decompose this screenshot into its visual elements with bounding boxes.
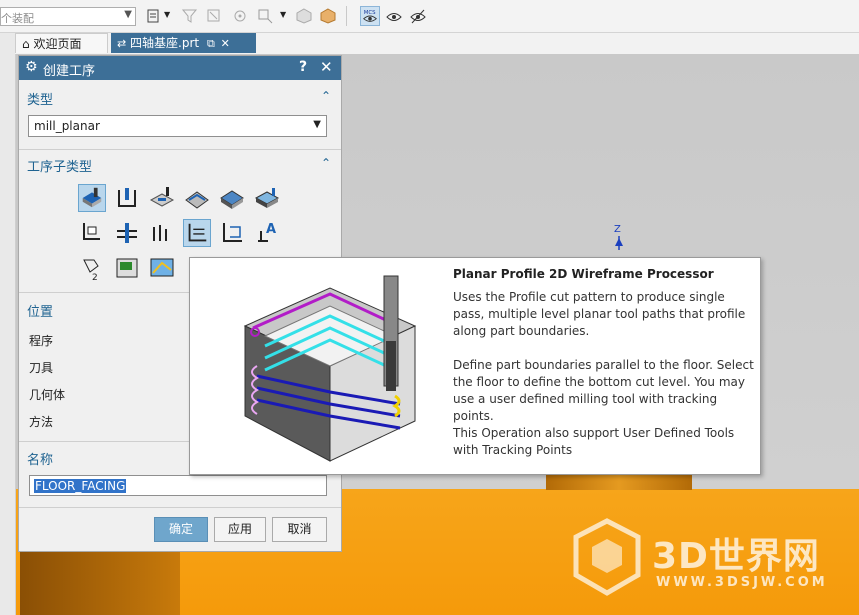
chevron-down-icon[interactable]: ▼ <box>164 10 170 19</box>
document-tab-bar: ⌂ 欢迎页面 ⇄ 四轴基座.prt ⧉ ✕ <box>15 33 859 54</box>
chevron-up-icon[interactable]: ⌃ <box>321 156 331 170</box>
face-milling-icon[interactable] <box>148 184 176 212</box>
undock-icon[interactable]: ⧉ <box>207 37 215 50</box>
geometry-label: 几何体 <box>29 388 66 402</box>
svg-text:2: 2 <box>92 273 98 282</box>
planar-mill-icon[interactable] <box>183 184 211 212</box>
show-icon[interactable] <box>386 8 402 24</box>
home-icon: ⌂ <box>22 37 30 51</box>
ok-button[interactable]: 确定 <box>154 517 208 542</box>
tab-label: 欢迎页面 <box>33 37 82 51</box>
watermark-text: 3D世界网 <box>652 536 820 577</box>
mill-user-icon[interactable] <box>113 254 141 282</box>
tool-label: 刀具 <box>29 361 54 375</box>
shaded-view-icon[interactable] <box>296 8 312 24</box>
z-axis-triad: Z <box>612 224 626 250</box>
svg-text:A: A <box>266 222 276 237</box>
clean-up-corners-icon[interactable] <box>253 184 281 212</box>
divider <box>19 149 341 150</box>
planar-profile-illustration <box>243 275 417 462</box>
planar-profile-icon[interactable] <box>218 184 246 212</box>
chevron-down-icon: ▼ <box>124 9 132 20</box>
subtype-section-title[interactable]: 工序子类型 <box>27 156 92 175</box>
tooltip-paragraph: This Operation also support User Defined… <box>453 426 735 457</box>
tooltip-paragraph: Define part boundaries parallel to the f… <box>453 358 754 423</box>
gear-icon: ⚙ <box>25 59 38 75</box>
name-section-title[interactable]: 名称 <box>27 449 53 468</box>
point-icon[interactable] <box>257 8 273 24</box>
dialog-title-bar[interactable]: ⚙ 创建工序 ? ✕ <box>19 56 341 80</box>
close-tab-icon[interactable]: ✕ <box>221 37 230 50</box>
assembly-filter-combo[interactable]: 个装配 ▼ <box>0 7 136 26</box>
watermark-cube-logo <box>573 518 641 596</box>
tooltip-title: Planar Profile 2D Wireframe Processor <box>453 267 714 281</box>
program-label: 程序 <box>29 334 54 348</box>
cube-color-icon[interactable] <box>320 8 336 24</box>
divider <box>19 507 341 508</box>
tab-welcome-page[interactable]: ⌂ 欢迎页面 <box>15 33 108 53</box>
planar-profile-2d-icon[interactable] <box>183 219 211 247</box>
finish-floor-icon[interactable] <box>113 219 141 247</box>
chevron-down-icon: ▼ <box>313 119 321 130</box>
finish-walls-icon[interactable] <box>78 219 106 247</box>
type-select-value: mill_planar <box>34 119 100 133</box>
floor-wall-icon[interactable] <box>78 184 106 212</box>
part-file-icon: ⇄ <box>117 37 127 50</box>
tooltip-paragraph: Uses the Profile cut pattern to produce … <box>453 290 746 338</box>
floor-wall-is-icon[interactable] <box>113 184 141 212</box>
selection-filter-icon[interactable] <box>146 8 162 24</box>
mcs-icon[interactable]: MCS <box>360 6 380 26</box>
watermark-url: WWW.3DSJW.COM <box>656 575 828 590</box>
thread-milling-icon[interactable] <box>218 219 246 247</box>
cancel-button[interactable]: 取消 <box>272 517 327 542</box>
type-select[interactable]: mill_planar ▼ <box>28 115 327 137</box>
resource-bar[interactable] <box>0 33 16 615</box>
assembly-filter-value: 个装配 <box>1 12 34 25</box>
apply-button[interactable]: 应用 <box>214 517 266 542</box>
tab-label: 四轴基座.prt <box>130 36 200 50</box>
hide-icon[interactable] <box>410 8 426 24</box>
method-label: 方法 <box>29 415 54 429</box>
cam-image-icon[interactable] <box>148 254 176 282</box>
tab-part-file[interactable]: ⇄ 四轴基座.prt ⧉ ✕ <box>111 33 256 53</box>
type-section-title[interactable]: 类型 <box>27 89 53 108</box>
help-icon[interactable]: ? <box>299 59 307 75</box>
mill-control-icon[interactable]: 2 <box>78 254 106 282</box>
name-input[interactable]: FLOOR_FACING <box>29 475 327 496</box>
filter-off-icon[interactable] <box>182 8 198 24</box>
chevron-down-icon[interactable]: ▼ <box>280 10 286 19</box>
name-input-value: FLOOR_FACING <box>34 479 127 493</box>
part-cylinder-edge <box>546 474 692 490</box>
location-section-title[interactable]: 位置 <box>27 301 53 320</box>
z-axis-arrow-icon <box>615 236 623 250</box>
dialog-title: 创建工序 <box>43 64 96 79</box>
filter-icon[interactable] <box>206 8 222 24</box>
snap-point-icon[interactable] <box>232 8 248 24</box>
chevron-up-icon[interactable]: ⌃ <box>321 89 331 103</box>
close-icon[interactable]: ✕ <box>320 58 333 76</box>
planar-text-icon[interactable]: A <box>253 219 281 247</box>
watermark: 3D世界网 WWW.3DSJW.COM <box>572 517 842 597</box>
top-toolbar: 个装配 ▼ ▼ ▼ MCS <box>0 0 859 33</box>
toolbar-divider <box>346 6 347 26</box>
groove-milling-icon[interactable] <box>148 219 176 247</box>
svg-text:MCS: MCS <box>364 10 376 16</box>
operation-tooltip: Planar Profile 2D Wireframe Processor Us… <box>189 257 761 475</box>
